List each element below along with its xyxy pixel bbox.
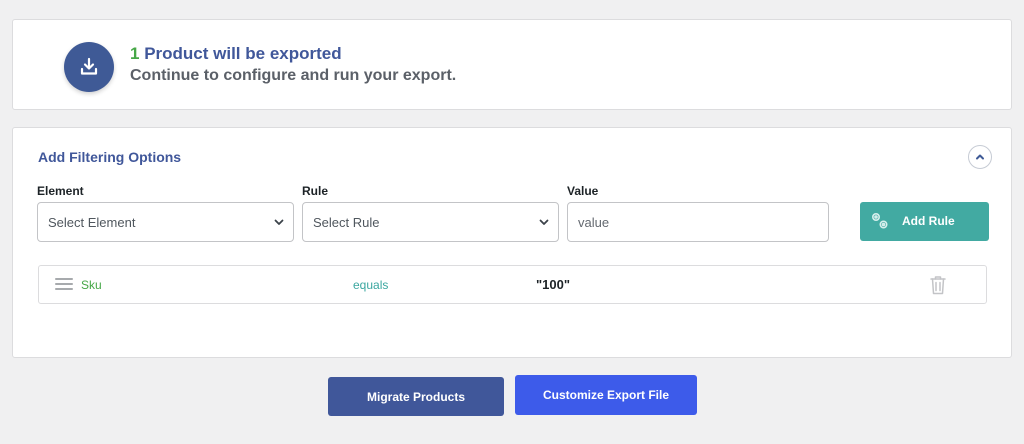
add-rule-button[interactable]: Add Rule (860, 202, 989, 241)
rule-select-value: Select Rule (313, 214, 380, 230)
filtering-options-title: Add Filtering Options (38, 149, 182, 165)
filtering-options-card: Add Filtering Options Element Select Ele… (12, 127, 1012, 358)
export-subtitle: Continue to configure and run your expor… (130, 67, 457, 84)
export-count-heading: 1 Product will be exported (130, 44, 342, 64)
chevron-up-icon (976, 154, 984, 160)
gears-icon (871, 212, 888, 229)
element-label: Element (37, 184, 84, 198)
value-label: Value (567, 184, 599, 198)
customize-export-file-button[interactable]: Customize Export File (515, 375, 697, 415)
migrate-products-button[interactable]: Migrate Products (328, 377, 504, 416)
rule-label: Rule (302, 184, 329, 198)
chevron-down-icon (539, 219, 549, 225)
filter-rule-row: Sku equals "100" (38, 265, 987, 304)
rule-element: Sku (81, 278, 102, 292)
trash-icon[interactable] (930, 275, 946, 295)
rule-select[interactable]: Select Rule (302, 202, 559, 242)
collapse-button[interactable] (968, 145, 992, 169)
add-rule-label: Add Rule (902, 214, 955, 228)
element-select-value: Select Element (48, 214, 136, 230)
value-input[interactable] (567, 202, 829, 242)
page: 1 Product will be exported Continue to c… (0, 0, 1024, 444)
rule-value: "100" (536, 277, 571, 292)
download-icon (64, 42, 114, 92)
chevron-down-icon (274, 219, 284, 225)
rule-operator: equals (353, 278, 389, 292)
drag-handle-icon[interactable] (55, 277, 73, 291)
export-summary-card: 1 Product will be exported Continue to c… (12, 19, 1012, 110)
export-count-text: Product will be exported (139, 44, 342, 63)
element-select[interactable]: Select Element (37, 202, 294, 242)
